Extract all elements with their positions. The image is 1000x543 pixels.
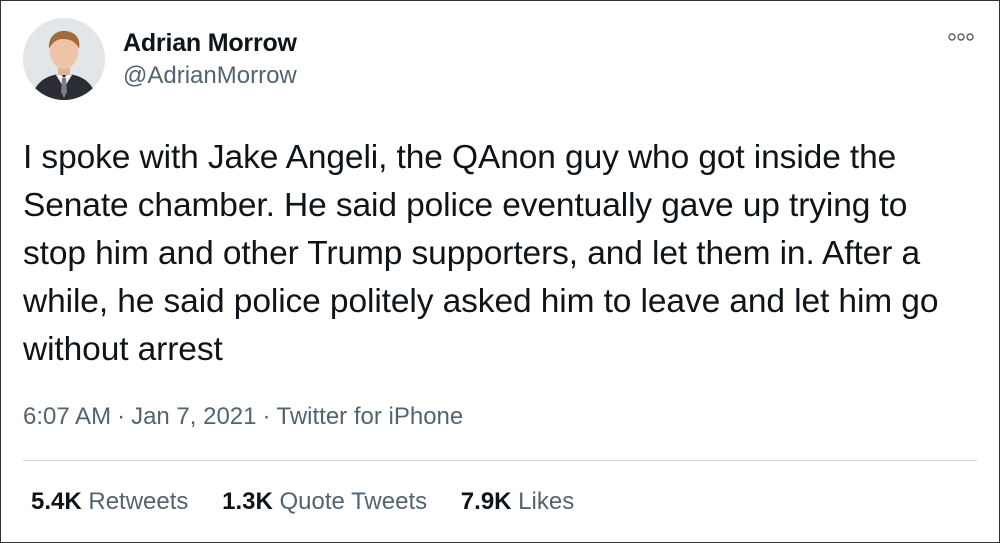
engagement-stats: 5.4K Retweets 1.3K Quote Tweets 7.9K Lik…	[31, 488, 601, 516]
retweets-count: 5.4K	[31, 488, 82, 515]
tweet-time[interactable]: 6:07 AM	[23, 403, 111, 430]
more-options-icon	[948, 33, 974, 41]
more-options-button[interactable]	[945, 27, 977, 47]
tweet-text: I spoke with Jake Angeli, the QAnon guy …	[23, 139, 939, 368]
quote-tweets-label: Quote Tweets	[279, 488, 428, 515]
author-name[interactable]: Adrian Morrow	[123, 29, 297, 58]
likes-stat[interactable]: 7.9K Likes	[461, 488, 574, 516]
author-handle[interactable]: @AdrianMorrow	[123, 62, 297, 90]
avatar-image	[23, 18, 105, 100]
likes-label: Likes	[518, 488, 575, 515]
tweet-source[interactable]: Twitter for iPhone	[277, 403, 464, 430]
tweet-metadata: 6:07 AM · Jan 7, 2021 · Twitter for iPhone	[23, 403, 463, 431]
quote-tweets-stat[interactable]: 1.3K Quote Tweets	[222, 488, 427, 516]
likes-count: 7.9K	[460, 488, 512, 515]
meta-separator: ·	[117, 403, 126, 430]
avatar[interactable]	[23, 18, 105, 100]
quote-tweets-count: 1.3K	[222, 488, 273, 515]
retweets-stat[interactable]: 5.4K Retweets	[31, 488, 188, 516]
tweet-date[interactable]: Jan 7, 2021	[131, 403, 256, 430]
tweet-card: Adrian Morrow @AdrianMorrow I spoke with…	[0, 0, 1000, 543]
meta-separator: ·	[262, 403, 271, 430]
divider	[23, 460, 977, 461]
retweets-label: Retweets	[88, 488, 189, 515]
